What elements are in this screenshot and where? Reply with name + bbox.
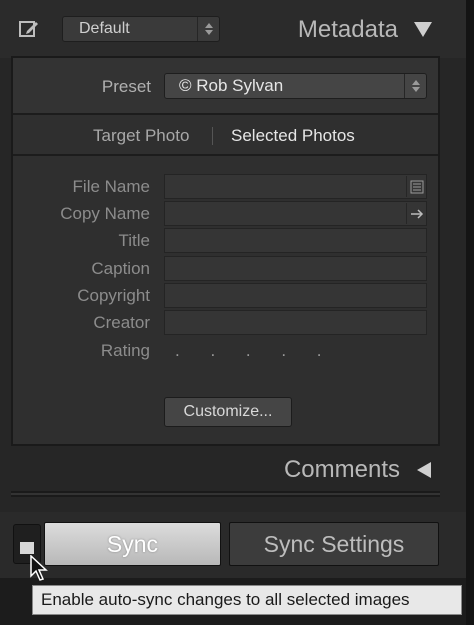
arrow-right-icon[interactable] (406, 203, 426, 224)
comments-panel-header[interactable]: Comments (0, 448, 466, 492)
field-row-rating: Rating . . . . . (13, 338, 438, 364)
title-input[interactable] (164, 228, 427, 253)
creator-input[interactable] (164, 310, 427, 335)
auto-sync-tooltip: Enable auto-sync changes to all selected… (32, 585, 462, 615)
list-icon[interactable] (406, 176, 426, 197)
edit-metadata-icon[interactable] (18, 18, 40, 40)
metadata-preset-dropdown-label: Default (79, 20, 130, 37)
preset-select[interactable]: © Rob Sylvan (164, 73, 427, 99)
copyright-input[interactable] (164, 283, 427, 308)
caption-input[interactable] (164, 256, 427, 281)
rating-stars[interactable]: . . . . . (175, 341, 335, 361)
preset-select-value: © Rob Sylvan (179, 76, 284, 95)
field-row-copy-name: Copy Name (13, 201, 438, 227)
lightroom-right-panel: Default Metadata Preset © Rob Sylvan Tar… (0, 0, 474, 625)
caption-label: Caption (91, 259, 150, 278)
target-separator (212, 127, 213, 145)
up-down-stepper-icon (197, 17, 219, 41)
panel-scrollbar-track (466, 0, 474, 625)
field-row-file-name: File Name (13, 174, 438, 200)
file-name-label: File Name (72, 177, 150, 196)
metadata-panel-body: Preset © Rob Sylvan Target Photo Selecte… (11, 56, 440, 446)
mouse-pointer-icon (30, 555, 48, 581)
sync-bar: Sync Sync Settings (0, 512, 466, 578)
creator-label: Creator (93, 313, 150, 332)
metadata-panel-header: Default Metadata (0, 0, 466, 58)
file-name-input[interactable] (164, 174, 427, 199)
sync-button[interactable]: Sync (44, 522, 221, 566)
sync-settings-button[interactable]: Sync Settings (229, 522, 439, 566)
auto-sync-switch-knob (20, 542, 34, 554)
rating-label: Rating (100, 341, 150, 360)
comments-title[interactable]: Comments (284, 456, 400, 484)
field-row-copyright: Copyright (13, 283, 438, 309)
target-photo-option[interactable]: Target Photo (93, 126, 189, 146)
metadata-preset-dropdown[interactable]: Default (62, 16, 220, 42)
field-row-caption: Caption (13, 256, 438, 282)
target-selector: Target Photo Selected Photos (13, 116, 438, 156)
field-row-creator: Creator (13, 310, 438, 336)
panel-divider (11, 491, 440, 497)
title-label: Title (118, 231, 151, 250)
preset-row: Preset © Rob Sylvan (13, 58, 438, 115)
triangle-down-icon[interactable] (414, 22, 432, 37)
selected-photos-option[interactable]: Selected Photos (231, 126, 355, 146)
preset-label: Preset (101, 77, 151, 96)
copyright-label: Copyright (77, 286, 150, 305)
triangle-left-icon[interactable] (417, 462, 431, 478)
customize-button[interactable]: Customize... (164, 397, 292, 427)
copy-name-label: Copy Name (60, 204, 150, 223)
up-down-stepper-icon (404, 74, 426, 98)
panel-title[interactable]: Metadata (298, 16, 398, 44)
copy-name-input[interactable] (164, 201, 427, 226)
field-row-title: Title (13, 228, 438, 254)
